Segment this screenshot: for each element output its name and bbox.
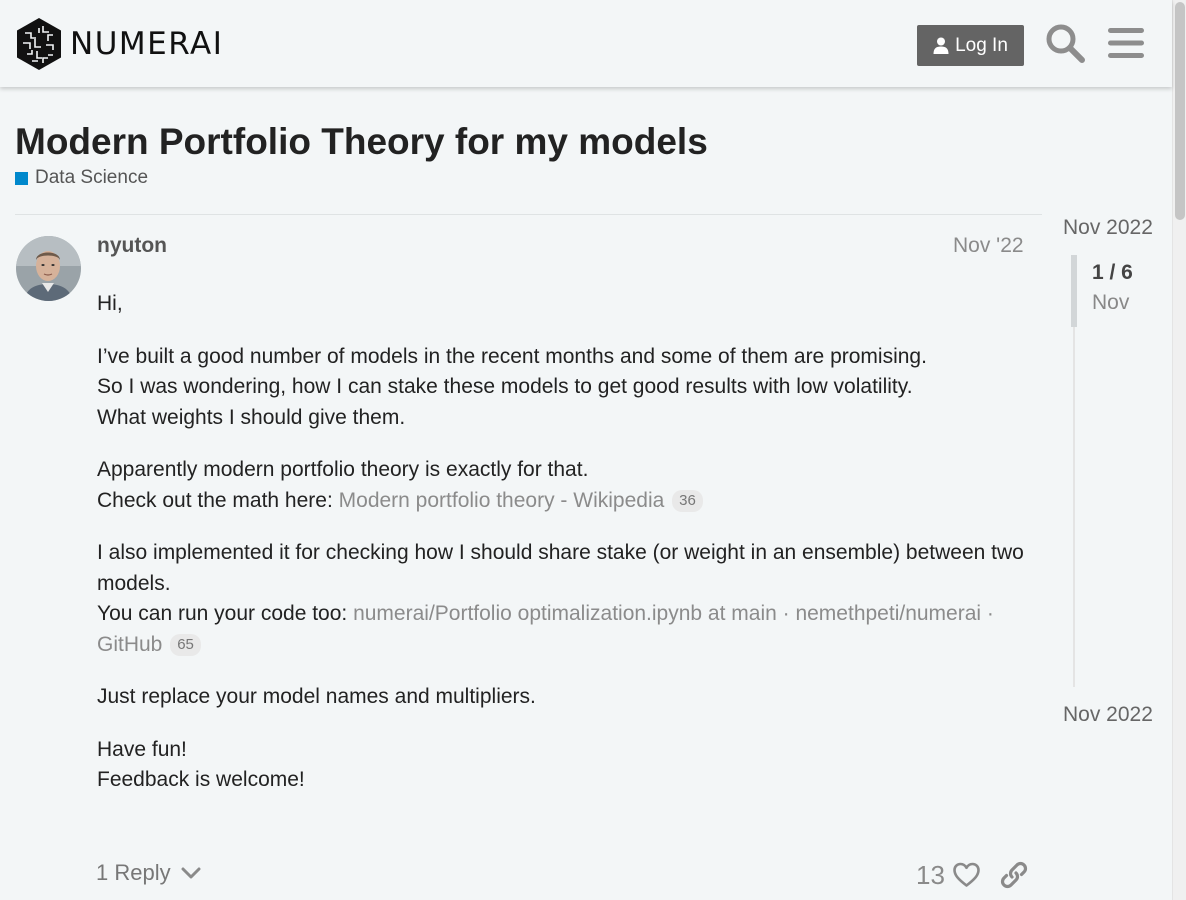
post-paragraph: Just replace your model names and multip… — [97, 685, 536, 708]
like-count[interactable]: 13 — [916, 860, 945, 891]
heart-icon[interactable] — [953, 862, 980, 888]
post-paragraph: Apparently modern portfolio theory is ex… — [97, 455, 1032, 516]
category-badge[interactable]: Data Science — [15, 167, 148, 189]
post-paragraph: Hi, — [97, 292, 123, 315]
site-logo[interactable]: NUMERAI — [15, 17, 223, 71]
topic-title[interactable]: Modern Portfolio Theory for my models — [15, 121, 708, 164]
login-button[interactable]: Log In — [917, 25, 1024, 66]
timeline-end-date[interactable]: Nov 2022 — [1063, 703, 1153, 727]
login-label: Log In — [955, 34, 1008, 56]
post-username[interactable]: nyuton — [97, 234, 167, 258]
category-label: Data Science — [35, 167, 149, 188]
user-avatar-image — [16, 236, 81, 301]
post-body: Hi, I’ve built a good number of models i… — [97, 289, 1032, 818]
timeline-position-date: Nov — [1092, 291, 1130, 314]
wikipedia-link[interactable]: Modern portfolio theory - Wikipedia — [339, 489, 665, 512]
timeline-position: 1 / 6 — [1092, 261, 1133, 284]
avatar[interactable] — [16, 236, 81, 301]
post-paragraph: I also implemented it for checking how I… — [97, 541, 1024, 656]
show-replies-button[interactable]: 1 Reply — [96, 860, 201, 886]
numerai-logo-icon — [17, 18, 61, 70]
link-click-count: 65 — [170, 633, 201, 656]
topic-divider — [15, 214, 1042, 215]
hamburger-menu-icon[interactable] — [1108, 27, 1144, 59]
link-click-count: 36 — [672, 489, 703, 512]
search-icon[interactable] — [1045, 23, 1085, 63]
category-color-square — [15, 171, 28, 185]
post-date[interactable]: Nov '22 — [953, 234, 1024, 258]
user-icon — [933, 37, 949, 54]
post-paragraph: I’ve built a good number of models in th… — [97, 344, 927, 429]
page-scrollbar[interactable] — [1172, 0, 1186, 900]
post-paragraph: Have fun! Feedback is welcome! — [97, 737, 305, 792]
scrollbar-thumb[interactable] — [1175, 2, 1185, 220]
link-icon[interactable] — [1000, 861, 1028, 889]
timeline-start-date[interactable]: Nov 2022 — [1063, 216, 1153, 240]
logo-text: NUMERAI — [70, 25, 224, 62]
reply-count-label: 1 Reply — [96, 860, 171, 885]
site-header: NUMERAI Log In — [0, 0, 1172, 87]
timeline-handle[interactable] — [1071, 255, 1077, 327]
chevron-down-icon — [181, 867, 201, 879]
